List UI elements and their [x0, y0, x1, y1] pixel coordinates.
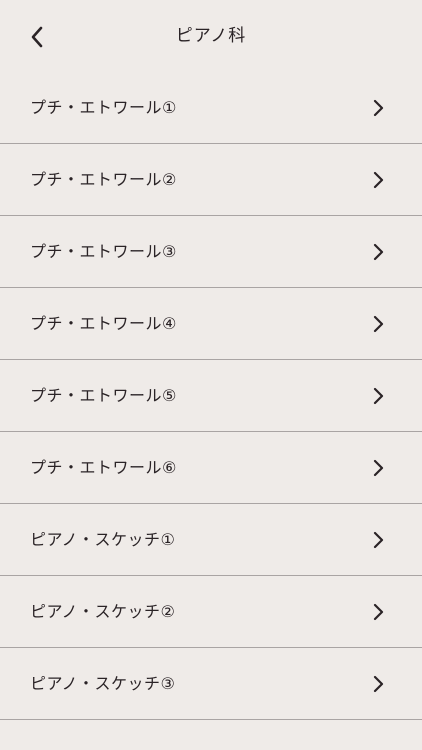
list-item-label: ピアノ・スケッチ②: [30, 602, 176, 621]
list-item[interactable]: ピアノ・スケッチ①: [0, 504, 422, 576]
list-item[interactable]: プチ・エトワール⑤: [0, 360, 422, 432]
list-item[interactable]: プチ・エトワール④: [0, 288, 422, 360]
chevron-right-icon: [373, 531, 384, 549]
chevron-right-icon: [373, 603, 384, 621]
list-item[interactable]: ピアノ・スケッチ③: [0, 648, 422, 720]
list-item-label: プチ・エトワール①: [30, 98, 177, 117]
list-item[interactable]: プチ・エトワール③: [0, 216, 422, 288]
list-item-label: プチ・エトワール⑤: [30, 386, 177, 405]
list-item-label: プチ・エトワール⑥: [30, 458, 177, 477]
list-item[interactable]: プチ・エトワール②: [0, 144, 422, 216]
navigation-bar: ピアノ科: [0, 0, 422, 72]
chevron-right-icon: [373, 243, 384, 261]
list-item-label: ピアノ・スケッチ③: [30, 674, 176, 693]
chevron-right-icon: [373, 387, 384, 405]
course-list: プチ・エトワール① プチ・エトワール② プチ・エトワール③ プチ・エトワール④ …: [0, 72, 422, 720]
list-item[interactable]: プチ・エトワール①: [0, 72, 422, 144]
chevron-right-icon: [373, 459, 384, 477]
list-item-label: ピアノ・スケッチ①: [30, 530, 176, 549]
page-title: ピアノ科: [175, 26, 247, 46]
list-item-label: プチ・エトワール③: [30, 242, 177, 261]
list-item-label: プチ・エトワール④: [30, 314, 177, 333]
chevron-right-icon: [373, 171, 384, 189]
list-item[interactable]: プチ・エトワール⑥: [0, 432, 422, 504]
list-item[interactable]: ピアノ・スケッチ②: [0, 576, 422, 648]
chevron-right-icon: [373, 99, 384, 117]
chevron-right-icon: [373, 315, 384, 333]
chevron-right-icon: [373, 675, 384, 693]
list-item-label: プチ・エトワール②: [30, 170, 177, 189]
